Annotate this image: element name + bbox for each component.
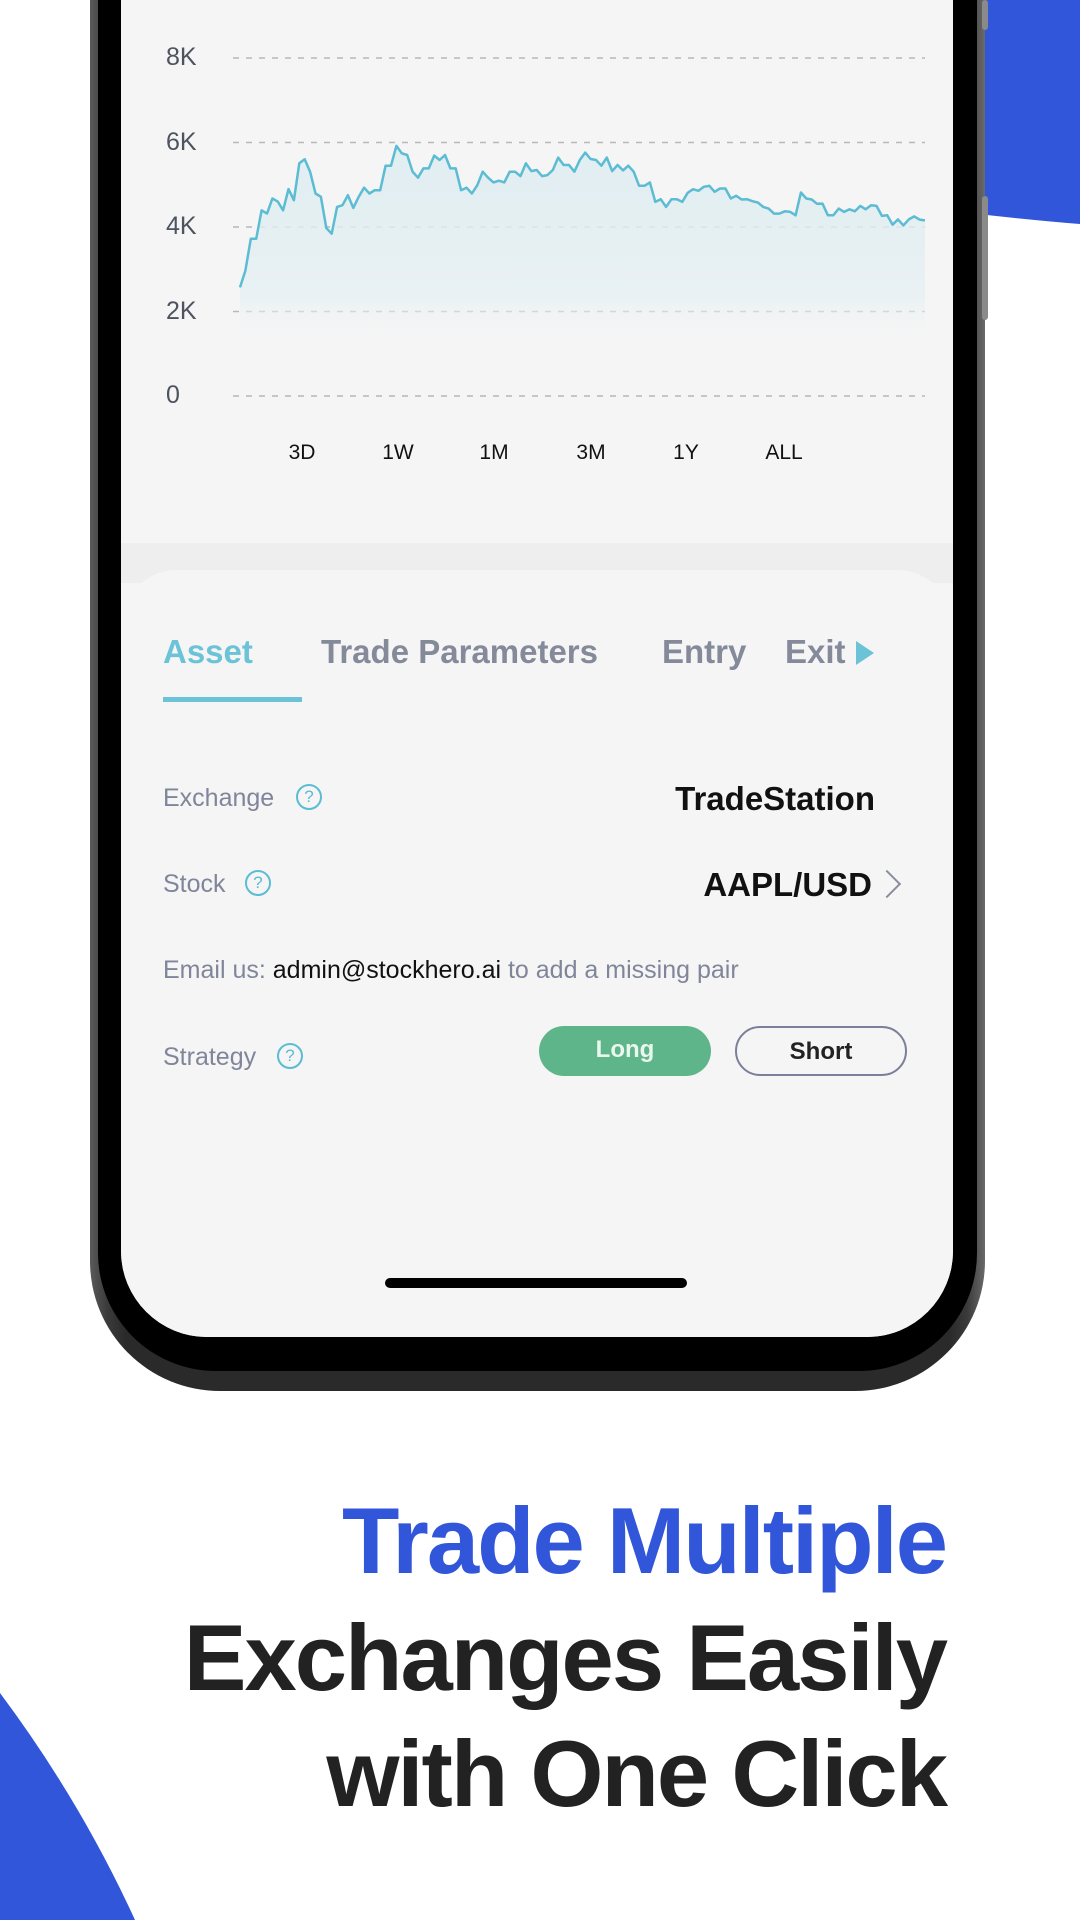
tab-entry[interactable]: Entry bbox=[662, 633, 746, 671]
y-tick-label: 0 bbox=[166, 381, 180, 409]
stock-value[interactable]: AAPL/USD bbox=[703, 866, 872, 904]
blue-shape-bottom-left bbox=[0, 1693, 135, 1920]
headline-line-2: Exchanges Easily bbox=[183, 1605, 948, 1710]
y-tick-label: 6K bbox=[166, 127, 197, 156]
stock-label: Stock bbox=[163, 870, 226, 898]
phone-side-button-bottom bbox=[982, 196, 988, 320]
asset-settings-card bbox=[121, 570, 953, 1337]
active-tab-indicator bbox=[163, 697, 302, 702]
period-option-3d[interactable]: 3D bbox=[289, 441, 316, 465]
strategy-help-icon[interactable]: ? bbox=[277, 1043, 303, 1069]
tab-exit[interactable]: Exit bbox=[785, 633, 846, 671]
series-area bbox=[240, 145, 925, 346]
exchange-label: Exchange bbox=[163, 784, 275, 812]
tab-trade-parameters[interactable]: Trade Parameters bbox=[321, 633, 598, 671]
y-tick-label: 4K bbox=[166, 212, 197, 240]
period-option-1y[interactable]: 1Y bbox=[673, 441, 699, 465]
strategy-long-button[interactable]: Long bbox=[539, 1026, 711, 1076]
phone-screen: 0 2K 4K 6K 8K 3D 1W 1M 3M 1Y ALL Asset Trade Para… bbox=[121, 0, 953, 1337]
tab-asset[interactable]: Asset bbox=[163, 633, 253, 671]
strategy-label: Strategy bbox=[163, 1043, 257, 1071]
stock-help-icon[interactable]: ? bbox=[245, 870, 271, 896]
period-option-1m[interactable]: 1M bbox=[479, 441, 508, 465]
headline-line-3: with One Click bbox=[326, 1721, 948, 1826]
chart-card: 0 2K 4K 6K 8K 3D 1W 1M 3M 1Y ALL bbox=[121, 0, 953, 543]
support-email-link[interactable]: admin@stockhero.ai bbox=[273, 956, 501, 984]
email-note-prefix: Email us: bbox=[163, 956, 273, 984]
exchange-help-icon[interactable]: ? bbox=[296, 784, 322, 810]
exchange-value[interactable]: TradeStation bbox=[675, 780, 875, 818]
home-indicator[interactable] bbox=[385, 1278, 687, 1288]
period-option-1w[interactable]: 1W bbox=[382, 441, 414, 465]
email-note-suffix: to add a missing pair bbox=[501, 956, 739, 984]
tabs-scroll-right-icon[interactable] bbox=[856, 641, 874, 665]
missing-pair-note: Email us: admin@stockhero.ai to add a mi… bbox=[163, 956, 739, 985]
headline-line-1: Trade Multiple bbox=[342, 1488, 948, 1593]
period-option-all[interactable]: ALL bbox=[765, 441, 802, 465]
strategy-short-button[interactable]: Short bbox=[735, 1026, 907, 1076]
phone-side-button-top bbox=[982, 0, 988, 30]
y-tick-label: 2K bbox=[166, 296, 197, 325]
period-option-3m[interactable]: 3M bbox=[576, 441, 605, 465]
performance-chart bbox=[233, 57, 926, 397]
y-tick-label: 8K bbox=[166, 43, 197, 71]
